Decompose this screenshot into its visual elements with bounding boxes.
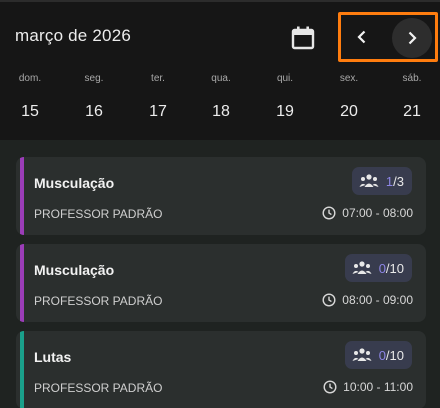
weekday-label: seg. (84, 73, 104, 84)
class-card[interactable]: Lutas 0/10 PROFESSOR PADRÃO 10:00 - 11:0… (16, 331, 426, 408)
next-week-button[interactable] (392, 18, 432, 58)
day-21[interactable]: 21 (390, 103, 434, 121)
class-time: 07:00 - 08:00 (322, 206, 413, 220)
time-range: 08:00 - 09:00 (342, 293, 413, 307)
class-card[interactable]: Musculação 0/10 PROFESSOR PADRÃO 08:00 -… (16, 244, 426, 322)
day-18[interactable]: 18 (199, 103, 243, 121)
capacity-badge: 1/3 (351, 167, 412, 195)
class-color-bar (20, 331, 24, 408)
group-icon (352, 348, 372, 361)
weekday-label: dom. (18, 73, 42, 84)
capacity-badge: 0/10 (344, 341, 412, 369)
class-time: 08:00 - 09:00 (322, 293, 413, 307)
occupied-count: 0 (378, 347, 386, 363)
class-color-bar (20, 244, 24, 322)
class-title: Lutas (34, 349, 72, 365)
weekday-label: sex. (339, 73, 359, 84)
calendar-header: março de 2026 dom. seg. ter. qua. qui. s… (0, 0, 440, 140)
teacher-name: PROFESSOR PADRÃO (34, 207, 163, 221)
calendar-button[interactable] (287, 22, 319, 54)
class-card[interactable]: Musculação 1/3 PROFESSOR PADRÃO 07:00 - … (16, 157, 426, 235)
group-icon (352, 261, 372, 274)
calendar-icon (291, 26, 315, 50)
group-icon (359, 174, 379, 187)
capacity-total: /3 (393, 173, 404, 189)
weekday-label: sáb. (402, 73, 422, 84)
class-title: Musculação (34, 262, 115, 278)
weekday-label: ter. (151, 73, 165, 84)
teacher-name: PROFESSOR PADRÃO (34, 381, 163, 395)
clock-icon (322, 206, 336, 220)
class-title: Musculação (34, 175, 115, 191)
chevron-left-icon (357, 30, 366, 44)
teacher-name: PROFESSOR PADRÃO (34, 294, 163, 308)
divider (0, 0, 440, 2)
capacity-badge: 0/10 (344, 254, 412, 282)
class-color-bar (20, 157, 24, 235)
clock-icon (323, 380, 337, 394)
occupied-count: 0 (378, 260, 386, 276)
weekday-label: qua. (211, 73, 231, 84)
capacity-total: /10 (385, 260, 404, 276)
day-15[interactable]: 15 (8, 103, 52, 121)
capacity-total: /10 (385, 347, 404, 363)
time-range: 10:00 - 11:00 (343, 380, 413, 394)
previous-week-button[interactable] (345, 20, 379, 54)
day-19[interactable]: 19 (263, 103, 307, 121)
day-17[interactable]: 17 (136, 103, 180, 121)
month-label: março de 2026 (15, 26, 132, 45)
day-16[interactable]: 16 (72, 103, 116, 121)
time-range: 07:00 - 08:00 (342, 206, 413, 220)
chevron-right-icon (408, 31, 417, 45)
weekday-label: qui. (276, 73, 294, 84)
day-20[interactable]: 20 (327, 103, 371, 121)
class-time: 10:00 - 11:00 (323, 380, 413, 394)
clock-icon (322, 293, 336, 307)
